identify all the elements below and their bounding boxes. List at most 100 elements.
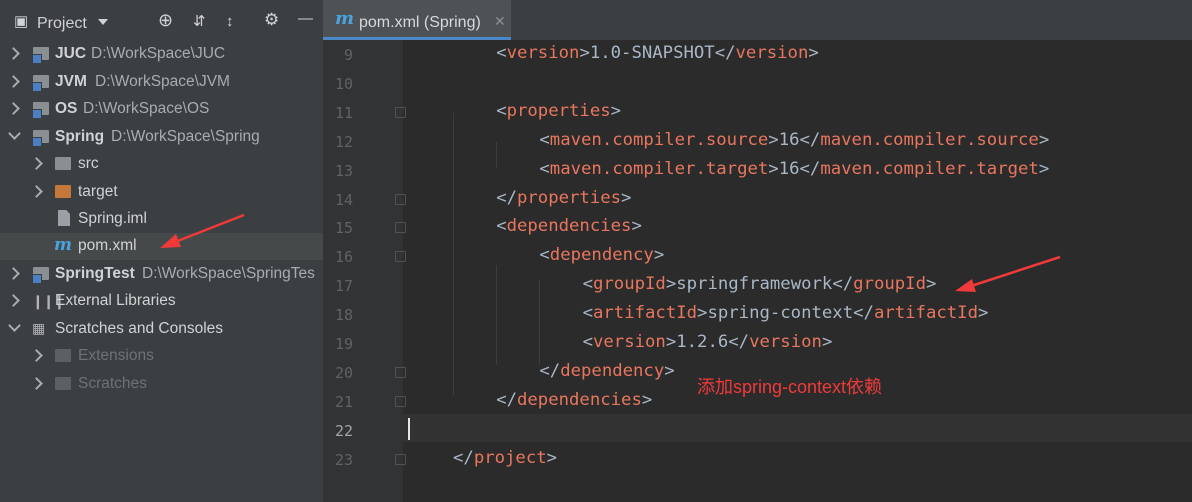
xml-tag-name: dependencies bbox=[517, 389, 642, 410]
tree-node-pom-xml[interactable]: m pom.xml bbox=[0, 233, 323, 260]
chevron-down-icon[interactable] bbox=[98, 19, 108, 25]
xml-text-value: 1.0-SNAPSHOT bbox=[589, 43, 715, 63]
bracket: < bbox=[496, 216, 507, 237]
bracket: </ bbox=[496, 187, 517, 208]
line-number: 12 bbox=[334, 132, 353, 151]
gear-icon[interactable]: ⚙ bbox=[264, 11, 279, 29]
xml-tag-name: dependencies bbox=[506, 216, 632, 237]
line-number: 11 bbox=[334, 103, 353, 122]
tree-node-label: External Libraries bbox=[55, 292, 176, 309]
tree-node-spring-iml[interactable]: Spring.iml bbox=[0, 206, 323, 233]
tree-node-path: D:\WorkSpace\JUC bbox=[91, 45, 226, 62]
tree-node-os[interactable]: OS D:\WorkSpace\OS bbox=[0, 96, 323, 123]
line-number: 21 bbox=[334, 392, 353, 411]
tree-node-label: Spring.iml bbox=[78, 210, 147, 227]
bracket: > bbox=[579, 43, 590, 63]
tab-label: pom.xml (Spring) bbox=[359, 14, 481, 31]
tree-node-target[interactable]: target bbox=[0, 179, 323, 206]
tree-node-scratches-and-consoles[interactable]: ▦ Scratches and Consoles bbox=[0, 316, 323, 343]
code-line: <dependency> bbox=[539, 245, 664, 265]
xml-text-value: spring-context bbox=[707, 303, 854, 324]
folder-icon bbox=[55, 157, 71, 170]
tree-node-label: Scratches and Consoles bbox=[55, 320, 224, 337]
fold-marker-icon[interactable] bbox=[395, 453, 406, 465]
hide-icon[interactable]: — bbox=[298, 10, 313, 28]
tree-node-external-libraries[interactable]: ❙❙❙ External Libraries bbox=[0, 288, 323, 315]
bracket: > bbox=[610, 100, 622, 121]
expand-all-icon[interactable]: ⇵ bbox=[193, 13, 206, 31]
tree-node-scratches[interactable]: Scratches bbox=[0, 371, 323, 398]
chevron-right-icon[interactable] bbox=[7, 47, 20, 60]
tree-node-label: JVM bbox=[55, 73, 87, 90]
tree-node-jvm[interactable]: JVM D:\WorkSpace\JVM bbox=[0, 69, 323, 96]
bracket: > bbox=[546, 447, 558, 468]
tree-node-spring[interactable]: Spring D:\WorkSpace\Spring bbox=[0, 124, 323, 151]
module-folder-icon bbox=[32, 267, 49, 284]
project-view-title[interactable]: Project bbox=[37, 15, 87, 33]
tree-node-label: Scratches bbox=[78, 375, 147, 392]
tree-node-label: SpringTest bbox=[55, 265, 135, 282]
tab-pom-xml[interactable]: m pom.xml (Spring) ✕ bbox=[323, 0, 511, 40]
fold-marker-icon[interactable] bbox=[395, 193, 406, 205]
bracket: </ bbox=[832, 274, 854, 295]
line-number: 14 bbox=[334, 190, 353, 209]
chevron-right-icon[interactable] bbox=[30, 377, 43, 390]
fold-marker-icon[interactable] bbox=[395, 222, 406, 234]
bracket: > bbox=[925, 274, 937, 295]
line-number: 22 bbox=[334, 421, 353, 440]
xml-text-value: 16 bbox=[778, 129, 800, 150]
tree-node-src[interactable]: src bbox=[0, 151, 323, 178]
xml-tag-name: dependency bbox=[560, 360, 665, 381]
chevron-right-icon[interactable] bbox=[7, 267, 20, 280]
bracket: > bbox=[821, 332, 833, 352]
xml-tag-name: groupId bbox=[593, 274, 666, 295]
line-number-gutter: 9 10 11 12 13 14 15 16 17 18 19 20 21 22 23 bbox=[323, 40, 406, 502]
fold-marker-icon[interactable] bbox=[395, 106, 406, 118]
xml-tag-name: maven.compiler.target bbox=[549, 158, 769, 179]
chevron-right-icon[interactable] bbox=[7, 75, 20, 88]
project-view-icon[interactable]: ▣ bbox=[14, 13, 28, 31]
xml-tag-name: artifactId bbox=[873, 303, 978, 324]
xml-tag-name: properties bbox=[506, 100, 611, 121]
code-line: <dependencies> bbox=[496, 216, 642, 236]
bracket: < bbox=[582, 332, 593, 352]
bracket: </ bbox=[799, 129, 821, 150]
bracket: < bbox=[496, 43, 507, 63]
line-number: 23 bbox=[334, 450, 353, 469]
code-line: <maven.compiler.target>16</maven.compile… bbox=[539, 159, 1049, 179]
bracket: < bbox=[539, 245, 550, 266]
bracket: < bbox=[539, 129, 550, 150]
editor-panel: m pom.xml (Spring) ✕ 9 10 11 12 13 14 15 16 17 18… bbox=[323, 0, 1192, 502]
fold-marker-icon[interactable] bbox=[395, 366, 406, 378]
xml-tag-name: project bbox=[473, 447, 547, 468]
xml-tag-name: maven.compiler.source bbox=[549, 129, 769, 150]
tree-node-juc[interactable]: JUC D:\WorkSpace\JUC bbox=[0, 41, 323, 68]
code-line: </project> bbox=[453, 448, 557, 468]
chevron-right-icon[interactable] bbox=[7, 102, 20, 115]
fold-marker-icon[interactable] bbox=[395, 395, 406, 407]
module-folder-icon bbox=[32, 102, 49, 119]
line-number: 20 bbox=[334, 363, 353, 382]
tree-node-label: Extensions bbox=[78, 347, 154, 364]
chevron-right-icon[interactable] bbox=[30, 157, 43, 170]
close-icon[interactable]: ✕ bbox=[494, 13, 506, 30]
xml-tag-name: version bbox=[593, 332, 666, 352]
line-number: 16 bbox=[334, 248, 353, 267]
chevron-down-icon[interactable] bbox=[8, 127, 21, 140]
chevron-right-icon[interactable] bbox=[30, 185, 43, 198]
code-line: </dependency> bbox=[539, 361, 674, 381]
bracket: > bbox=[768, 158, 779, 179]
project-panel-header: ▣ Project ⊕ ⇵ ↕ ⚙ — bbox=[0, 0, 323, 40]
chevron-down-icon[interactable] bbox=[8, 319, 21, 332]
chevron-right-icon[interactable] bbox=[7, 294, 20, 307]
chevron-right-icon[interactable] bbox=[30, 349, 43, 362]
fold-marker-icon[interactable] bbox=[395, 251, 406, 263]
locate-icon[interactable]: ⊕ bbox=[158, 11, 173, 29]
tree-node-path: D:\WorkSpace\SpringTes bbox=[142, 265, 315, 282]
xml-tag-name: dependency bbox=[549, 245, 654, 266]
module-folder-icon bbox=[32, 47, 49, 64]
collapse-all-icon[interactable]: ↕ bbox=[226, 13, 234, 31]
tree-node-springtest[interactable]: SpringTest D:\WorkSpace\SpringTes bbox=[0, 261, 323, 288]
tree-node-extensions[interactable]: Extensions bbox=[0, 343, 323, 370]
tree-node-label: pom.xml bbox=[78, 237, 137, 254]
